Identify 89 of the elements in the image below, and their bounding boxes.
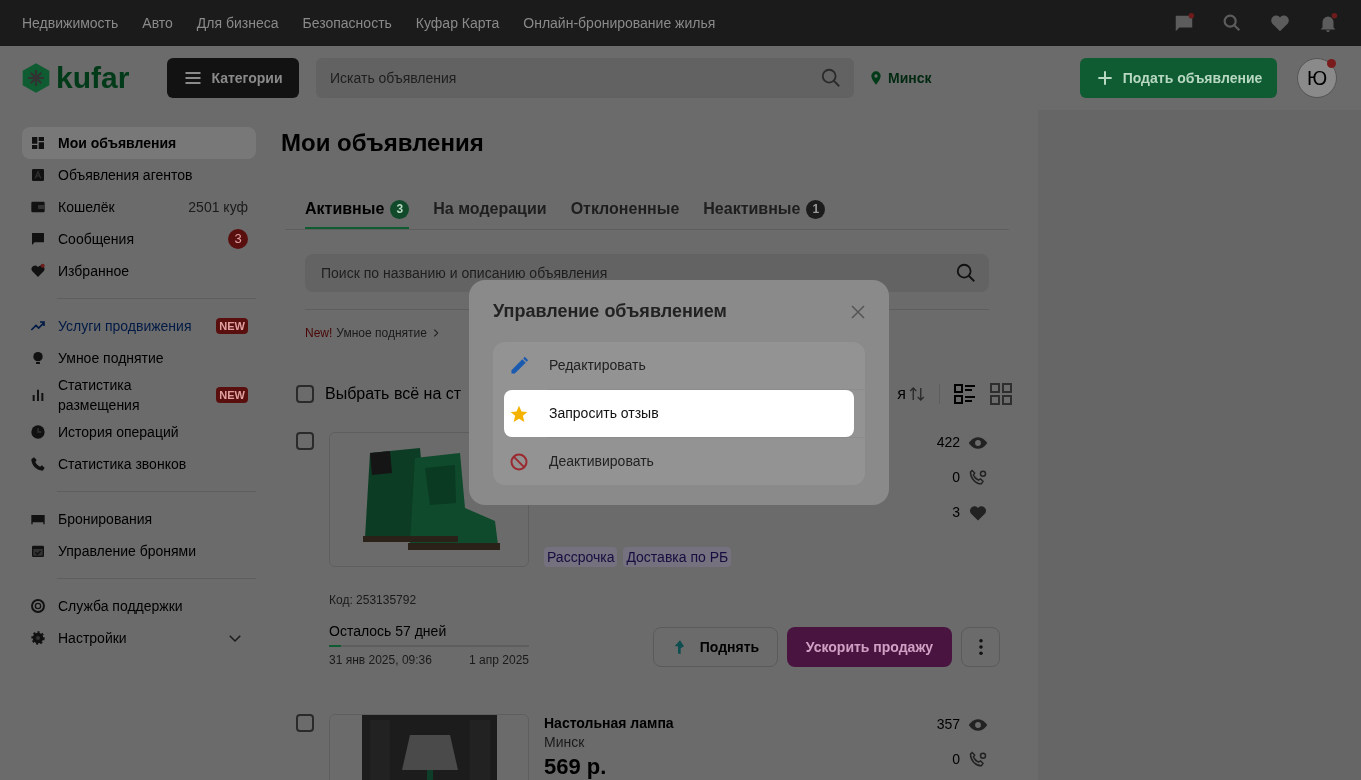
remaining-days: Осталось 57 дней xyxy=(329,621,529,642)
sidebar-item[interactable]: Избранное xyxy=(22,255,256,287)
sort-icon[interactable] xyxy=(908,385,926,403)
pin-icon xyxy=(868,70,884,86)
calendar-check-icon xyxy=(30,543,46,559)
listing-city: Минск xyxy=(544,733,586,752)
count-badge: 1 xyxy=(806,199,826,219)
listing-code: Код: 253135792 xyxy=(329,592,418,609)
search-field[interactable]: Искать объявления xyxy=(316,58,854,98)
post-ad-button[interactable]: Подать объявление xyxy=(1080,58,1277,98)
categories-button[interactable]: Категории xyxy=(167,58,299,98)
new-badge: NEW xyxy=(216,318,248,334)
pencil-icon xyxy=(509,355,529,376)
search-icon[interactable] xyxy=(820,67,842,89)
nav-link[interactable]: Безопасность xyxy=(302,12,392,34)
page-title: Мои объявления xyxy=(281,128,485,158)
checkbox[interactable] xyxy=(296,714,314,732)
sidebar-item[interactable]: Объявления агентов xyxy=(22,159,256,191)
lifebuoy-icon xyxy=(30,598,46,614)
count-badge: 3 xyxy=(390,199,410,219)
nav-link[interactable]: Куфар Карта xyxy=(415,12,500,34)
avatar[interactable]: Ю xyxy=(1297,58,1337,98)
heart-icon xyxy=(30,263,46,279)
sidebar-item[interactable]: История операций xyxy=(22,416,256,448)
phone-eye-icon xyxy=(968,749,988,770)
select-all-label: Выбрать всё на ст xyxy=(325,384,462,404)
sidebar-item[interactable]: Настройки xyxy=(22,622,256,654)
tab[interactable]: Активные 3 xyxy=(305,197,410,229)
bar-chart-icon xyxy=(30,387,46,403)
message-icon xyxy=(30,231,46,247)
wallet-balance: 2501 куф xyxy=(188,197,248,217)
more-button[interactable] xyxy=(961,627,1000,667)
sidebar-item[interactable]: Сообщения 3 xyxy=(22,223,256,255)
tab[interactable]: Неактивные 1 xyxy=(703,197,826,229)
menu-item[interactable]: Деактивировать xyxy=(493,438,865,485)
tab[interactable]: Отклоненные xyxy=(570,197,680,229)
start-date: 31 янв 2025, 09:36 xyxy=(329,652,432,669)
modal-title: Управление объявлением xyxy=(493,300,727,323)
prohibited-icon xyxy=(509,451,529,472)
stat-count: 0 xyxy=(952,750,960,769)
location-link[interactable]: Минск xyxy=(868,67,932,89)
gear-icon xyxy=(30,630,46,646)
agent-icon xyxy=(30,167,46,183)
stat-count: 422 xyxy=(936,433,960,452)
stat-count: 0 xyxy=(952,468,960,487)
listing-title: Настольная лампа xyxy=(544,714,675,732)
checkbox[interactable] xyxy=(296,385,314,403)
tag: Рассрочка xyxy=(544,547,618,567)
sidebar-item[interactable]: Мои объявления xyxy=(22,127,256,159)
checkbox[interactable] xyxy=(296,432,314,450)
count-badge: 3 xyxy=(228,229,248,249)
sidebar-item[interactable]: Служба поддержки xyxy=(22,590,256,622)
stat-count: 3 xyxy=(952,503,960,522)
wallet-icon xyxy=(30,199,46,215)
end-date: 1 апр 2025 xyxy=(469,652,529,669)
sidebar-item[interactable]: Услуги продвижения NEW xyxy=(22,310,256,342)
nav-link[interactable]: Авто xyxy=(142,12,173,34)
bulb-icon xyxy=(30,350,46,366)
search-icon[interactable] xyxy=(955,262,977,284)
sidebar-item[interactable]: Кошелёк 2501 куф xyxy=(22,191,256,223)
clock-icon xyxy=(30,424,46,440)
nav-link[interactable]: Для бизнеса xyxy=(196,12,279,34)
kebab-icon xyxy=(978,639,983,655)
boost-sale-button[interactable]: Ускорить продажу xyxy=(787,627,952,667)
phone-icon xyxy=(30,456,46,472)
sidebar-item[interactable]: Статистика звонков xyxy=(22,448,256,480)
tag: Доставка по РБ xyxy=(623,547,732,567)
logo-icon xyxy=(20,61,52,95)
new-badge: NEW xyxy=(216,387,248,403)
stat-count: 357 xyxy=(936,715,960,734)
sort-label: я xyxy=(897,384,906,404)
raise-button[interactable]: Поднять xyxy=(653,627,778,667)
menu-item[interactable]: Редактировать xyxy=(493,342,865,389)
grid-view-icon[interactable] xyxy=(989,382,1013,406)
dashboard-icon xyxy=(30,135,46,151)
listing-price: 569 р. xyxy=(544,753,608,780)
sidebar-item[interactable]: Бронирования xyxy=(22,503,256,535)
list-view-icon[interactable] xyxy=(953,382,977,406)
menu-item[interactable]: Запросить отзыв xyxy=(504,390,854,437)
sidebar-item[interactable]: Статистика размещения NEW xyxy=(22,374,256,416)
promo-link[interactable]: New! Умное поднятие xyxy=(305,324,1013,342)
nav-link[interactable]: Недвижимость xyxy=(22,12,119,34)
sidebar-item[interactable]: Умное поднятие xyxy=(22,342,256,374)
phone-eye-icon xyxy=(968,467,988,488)
nav-link[interactable]: Онлайн-бронирование жилья xyxy=(523,12,716,34)
tab[interactable]: На модерации xyxy=(433,197,547,229)
close-icon xyxy=(849,302,867,321)
close-button[interactable] xyxy=(849,302,867,321)
sidebar-item[interactable]: Управление бронями xyxy=(22,535,256,567)
